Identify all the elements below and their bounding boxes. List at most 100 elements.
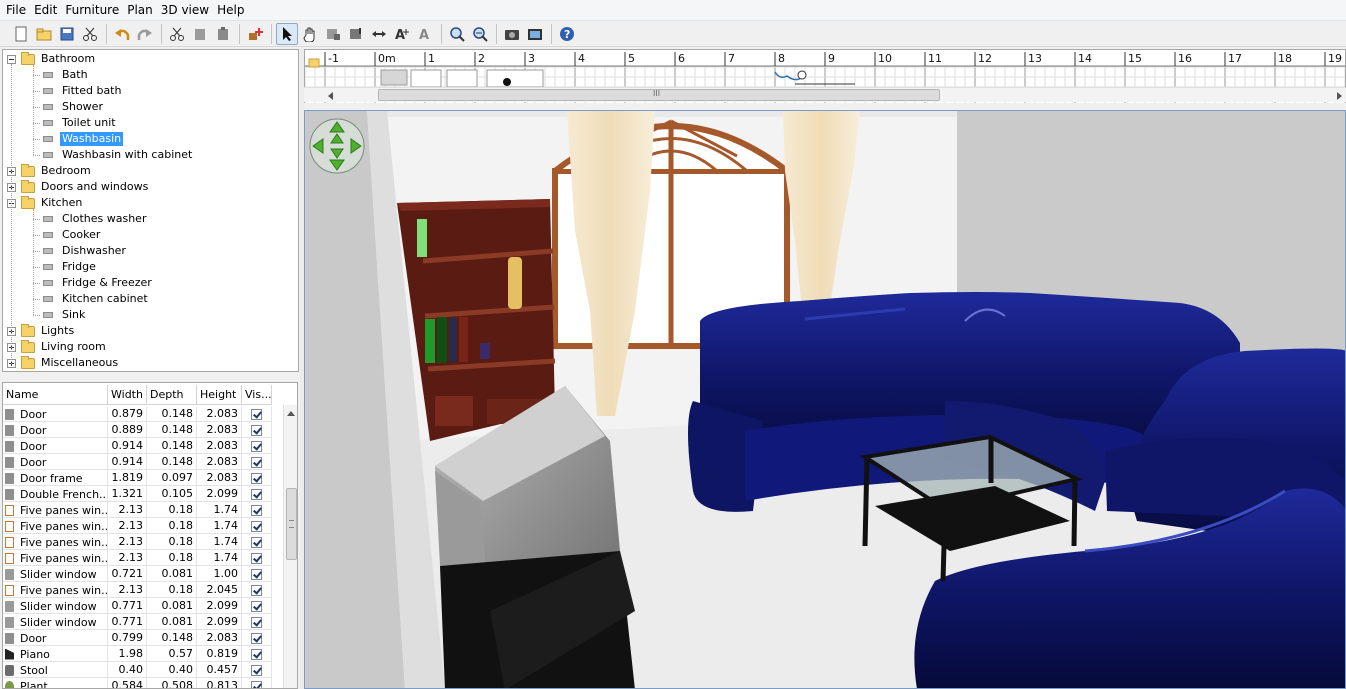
visible-checkbox[interactable] <box>251 472 262 484</box>
table-row[interactable]: Plant 0.584 0.508 0.813 <box>3 678 272 688</box>
video-button[interactable] <box>524 23 546 45</box>
zoom-out-button[interactable] <box>469 23 491 45</box>
navigation-arrows-icon[interactable] <box>309 118 365 174</box>
observer-camera-icon[interactable] <box>797 70 807 80</box>
menu-plan[interactable]: Plan <box>123 0 157 21</box>
plan-furniture-piece[interactable] <box>446 69 478 88</box>
scroll-up-icon[interactable] <box>287 411 295 416</box>
photo-button[interactable] <box>501 23 523 45</box>
text-style-button[interactable]: A <box>414 23 436 45</box>
select-button[interactable] <box>276 22 298 45</box>
open-button[interactable] <box>33 23 55 45</box>
table-row[interactable]: Door 0.889 0.148 2.083 <box>3 422 272 438</box>
catalog-item[interactable]: Bath <box>41 67 90 83</box>
catalog-item[interactable]: Clothes washer <box>41 211 148 227</box>
table-row[interactable]: Five panes win... 2.13 0.18 1.74 <box>3 518 272 534</box>
catalog-item[interactable]: Fitted bath <box>41 83 123 99</box>
catalog-category[interactable]: Kitchen <box>7 195 84 211</box>
visible-checkbox[interactable] <box>251 648 262 660</box>
create-dimensions-button[interactable] <box>368 23 390 45</box>
plan-furniture-piece[interactable] <box>380 69 408 86</box>
visible-checkbox[interactable] <box>251 600 262 612</box>
visible-checkbox[interactable] <box>251 552 262 564</box>
visible-checkbox[interactable] <box>251 616 262 628</box>
add-furniture-button[interactable] <box>244 23 266 45</box>
paste-button[interactable] <box>212 23 234 45</box>
catalog-item[interactable]: Kitchen cabinet <box>41 291 150 307</box>
visible-checkbox[interactable] <box>251 488 262 500</box>
menu-edit[interactable]: Edit <box>30 0 61 21</box>
create-walls-button[interactable] <box>322 23 344 45</box>
table-row[interactable]: Piano 1.98 0.57 0.819 <box>3 646 272 662</box>
plan-furniture-piece[interactable] <box>410 69 442 88</box>
table-row[interactable]: Stool 0.40 0.40 0.457 <box>3 662 272 678</box>
cut-button[interactable] <box>166 23 188 45</box>
catalog-item[interactable]: Toilet unit <box>41 115 118 131</box>
catalog-category[interactable]: Miscellaneous <box>7 355 120 371</box>
scroll-left-icon[interactable] <box>328 92 333 100</box>
new-button[interactable] <box>10 23 32 45</box>
table-row[interactable]: Door 0.914 0.148 2.083 <box>3 454 272 470</box>
catalog-item[interactable]: Cooker <box>41 227 102 243</box>
furniture-catalog-tree[interactable]: Bathroom Bath Fitted bath Shower Toilet unit… <box>2 49 299 372</box>
catalog-item[interactable]: Shower <box>41 99 105 115</box>
help-button[interactable]: ? <box>556 23 578 45</box>
collapse-icon[interactable] <box>7 54 16 64</box>
pan-button[interactable] <box>299 23 321 45</box>
plan-furniture-piece[interactable] <box>503 78 511 86</box>
visible-checkbox[interactable] <box>251 424 262 436</box>
catalog-item[interactable]: Fridge <box>41 259 98 275</box>
plan-scroll-thumb[interactable]: III <box>378 89 940 101</box>
catalog-category[interactable]: Bedroom <box>7 163 93 179</box>
column-header[interactable]: Height <box>197 385 242 405</box>
table-row[interactable]: Slider window 0.721 0.081 1.00 <box>3 566 272 582</box>
table-row[interactable]: Five panes win... 2.13 0.18 1.74 <box>3 534 272 550</box>
table-row[interactable]: Five panes win... 2.13 0.18 2.045 <box>3 582 272 598</box>
visible-checkbox[interactable] <box>251 664 262 676</box>
table-row[interactable]: Door frame 1.819 0.097 2.083 <box>3 470 272 486</box>
redo-button[interactable] <box>134 23 156 45</box>
furniture-table-scrollbar[interactable] <box>283 405 297 688</box>
visible-checkbox[interactable] <box>251 568 262 580</box>
plan-furniture-piece[interactable] <box>486 69 544 88</box>
table-row[interactable]: Double French... 1.321 0.105 2.099 <box>3 486 272 502</box>
column-header[interactable]: Vis... <box>242 385 272 405</box>
table-row[interactable]: Slider window 0.771 0.081 2.099 <box>3 614 272 630</box>
catalog-splitter[interactable] <box>0 373 300 381</box>
menu-file[interactable]: File <box>2 0 30 21</box>
visible-checkbox[interactable] <box>251 584 262 596</box>
table-row[interactable]: Door 0.914 0.148 2.083 <box>3 438 272 454</box>
visible-checkbox[interactable] <box>251 680 262 688</box>
table-row[interactable]: Door 0.799 0.148 2.083 <box>3 630 272 646</box>
undo-button[interactable] <box>111 23 133 45</box>
catalog-item[interactable]: Washbasin with cabinet <box>41 147 194 163</box>
visible-checkbox[interactable] <box>251 408 262 420</box>
create-rooms-button[interactable] <box>345 23 367 45</box>
menu-help[interactable]: Help <box>213 0 248 21</box>
column-header[interactable]: Depth <box>147 385 197 405</box>
plan-3d-splitter[interactable] <box>304 103 1346 109</box>
plan-horizontal-scrollbar[interactable]: III <box>304 87 1346 102</box>
catalog-item[interactable]: Fridge & Freezer <box>41 275 154 291</box>
catalog-category[interactable]: Living room <box>7 339 108 355</box>
visible-checkbox[interactable] <box>251 504 262 516</box>
catalog-item[interactable]: Sink <box>41 307 87 323</box>
column-header[interactable]: Name <box>3 385 108 405</box>
table-row[interactable]: Five panes win... 2.13 0.18 1.74 <box>3 502 272 518</box>
catalog-item[interactable]: Washbasin <box>41 131 124 147</box>
menu-3d-view[interactable]: 3D view <box>157 0 213 21</box>
visible-checkbox[interactable] <box>251 536 262 548</box>
scroll-thumb[interactable] <box>286 488 297 560</box>
zoom-in-button[interactable] <box>446 23 468 45</box>
catalog-item[interactable]: Dishwasher <box>41 243 128 259</box>
scroll-right-icon[interactable] <box>1337 92 1342 100</box>
furniture-list-table[interactable]: Name Width Depth Height Vis... Door 0.879 0.14… <box>2 382 298 689</box>
table-row[interactable]: Slider window 0.771 0.081 2.099 <box>3 598 272 614</box>
table-row[interactable]: Five panes win... 2.13 0.18 1.74 <box>3 550 272 566</box>
menu-furniture[interactable]: Furniture <box>61 0 123 21</box>
column-header[interactable]: Width <box>108 385 147 405</box>
save-button[interactable] <box>56 23 78 45</box>
copy-button[interactable] <box>189 23 211 45</box>
visible-checkbox[interactable] <box>251 632 262 644</box>
visible-checkbox[interactable] <box>251 456 262 468</box>
